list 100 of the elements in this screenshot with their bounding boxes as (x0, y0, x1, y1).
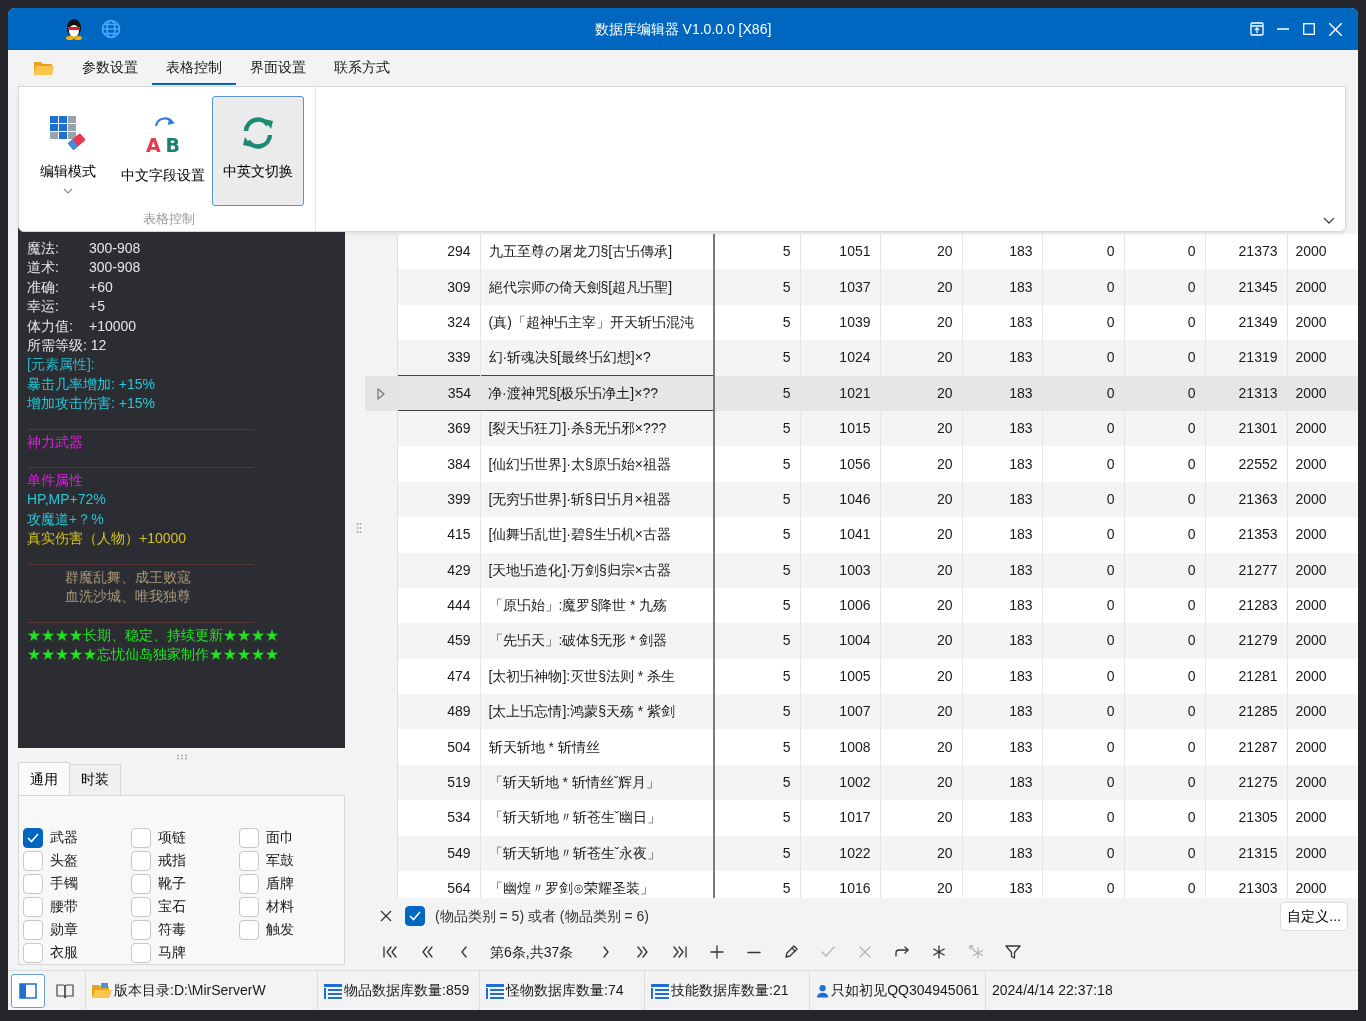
checkbox[interactable] (23, 827, 43, 848)
checkbox[interactable] (239, 850, 259, 871)
table-cell: 1017 (800, 800, 880, 836)
table-cell: 1024 (800, 340, 880, 376)
globe-icon[interactable] (101, 19, 121, 39)
table-cell: 1039 (800, 304, 880, 341)
menu-tab[interactable]: 联系方式 (320, 51, 404, 85)
table-cell: 564 (397, 871, 480, 898)
menu-tab[interactable]: 界面设置 (236, 51, 320, 85)
table-cell: 0 (1124, 587, 1205, 624)
table-cell: 459 (397, 623, 480, 659)
table-cell: 20 (880, 764, 962, 801)
table-cell: 21353 (1205, 517, 1287, 553)
checkbox[interactable] (131, 827, 151, 848)
table-cell: 2000 (1287, 375, 1358, 411)
table-cell: 0 (1124, 694, 1205, 730)
table-cell: 324 (397, 304, 480, 341)
checkbox-label[interactable]: 触发 (266, 919, 294, 940)
checkbox-label[interactable]: 军鼓 (266, 850, 294, 871)
table-cell: 1021 (800, 375, 880, 411)
table-cell: 21275 (1205, 764, 1287, 801)
table-cell: 2000 (1287, 234, 1358, 270)
folder-icon[interactable] (34, 60, 54, 76)
checkbox[interactable] (131, 850, 151, 871)
ribbon-button[interactable]: 中英文切换 (212, 96, 304, 206)
checkbox[interactable] (23, 873, 43, 894)
table-cell: 5 (714, 340, 800, 376)
table-cell: 2000 (1287, 800, 1358, 836)
table-cell: 183 (962, 446, 1042, 482)
table-cell: [太初卐神物]:灭世§法则 * 杀生 (480, 658, 714, 695)
checkbox-label[interactable]: 靴子 (158, 873, 186, 894)
ribbon-button[interactable]: 编辑模式 (22, 96, 114, 206)
checkbox-label[interactable]: 项链 (158, 827, 186, 848)
menu-tab[interactable]: 参数设置 (68, 51, 152, 85)
table-cell: 2000 (1287, 410, 1358, 447)
checkbox[interactable] (131, 942, 151, 963)
table-cell: 5 (714, 410, 800, 447)
filter-checkbox[interactable] (405, 906, 425, 926)
checkbox-label[interactable]: 腰带 (50, 896, 78, 917)
stat-value: +60 (89, 278, 113, 295)
checkbox[interactable] (23, 850, 43, 871)
table-cell: 183 (962, 481, 1042, 518)
category-tab[interactable]: 时装 (69, 764, 121, 795)
table-cell: 5 (714, 269, 800, 305)
table-cell: 0 (1124, 729, 1205, 765)
table-cell: 21315 (1205, 835, 1287, 872)
checkbox-label[interactable]: 武器 (50, 827, 78, 848)
checkbox-label[interactable]: 宝石 (158, 896, 186, 917)
table-cell: 183 (962, 304, 1042, 341)
checkbox-label[interactable]: 盾牌 (266, 873, 294, 894)
checkbox[interactable] (239, 919, 259, 940)
table-icon (651, 982, 669, 999)
tooltip-text: 增加攻击伤害: +15% (27, 395, 155, 412)
category-tab[interactable]: 通用 (18, 762, 70, 795)
ribbon-button[interactable]: A B 中文字段设置 (117, 96, 209, 206)
table-cell: 0 (1042, 694, 1124, 730)
checkbox[interactable] (239, 896, 259, 917)
customize-button[interactable]: 自定义... (1280, 901, 1348, 931)
checkbox[interactable] (239, 827, 259, 848)
table-cell: 2000 (1287, 623, 1358, 659)
table-cell: 5 (714, 446, 800, 482)
checkbox[interactable] (131, 919, 151, 940)
table-cell: 183 (962, 871, 1042, 898)
checkbox-label[interactable]: 马牌 (158, 942, 186, 963)
checkbox[interactable] (131, 896, 151, 917)
checkbox[interactable] (23, 919, 43, 940)
table-cell: 0 (1124, 410, 1205, 447)
checkbox-label[interactable]: 符毒 (158, 919, 186, 940)
checkbox-label[interactable]: 材料 (266, 896, 294, 917)
table-cell: 20 (880, 234, 962, 270)
checkbox[interactable] (23, 896, 43, 917)
sidebar-toggle-button[interactable] (11, 973, 45, 1008)
table-icon (324, 982, 342, 999)
checkbox-label[interactable]: 头盔 (50, 850, 78, 871)
checkbox-label[interactable]: 手镯 (50, 873, 78, 894)
checkbox-label[interactable]: 戒指 (158, 850, 186, 871)
table-cell: 20 (880, 623, 962, 659)
checkbox[interactable] (23, 942, 43, 963)
row-indicator[interactable] (365, 375, 397, 411)
table-cell: 「斩天斩地 * 斩情丝ˇ辉月」 (480, 764, 714, 801)
grip-icon[interactable] (356, 522, 362, 534)
table-cell: 183 (962, 587, 1042, 624)
checkbox[interactable] (131, 873, 151, 894)
checkbox[interactable] (239, 873, 259, 894)
checkbox-label[interactable]: 勋章 (50, 919, 78, 940)
chevron-down-icon[interactable] (1323, 217, 1335, 225)
table-cell: 415 (397, 517, 480, 553)
checkbox-label[interactable]: 面巾 (266, 827, 294, 848)
table-cell: 21345 (1205, 269, 1287, 305)
table-cell: 2000 (1287, 658, 1358, 695)
table-cell: [天地卐造化]·万剑§归宗×古器 (480, 552, 714, 588)
record-counter: 第6条,共37条 (489, 942, 575, 962)
grip-icon[interactable] (175, 753, 188, 760)
table-cell: 21319 (1205, 340, 1287, 376)
table-cell: 5 (714, 871, 800, 898)
penguin-icon[interactable] (64, 17, 84, 41)
table-cell: 0 (1124, 764, 1205, 801)
table-cell: 「原卐始」:魔罗§降世 * 九殇 (480, 587, 714, 624)
filter-text[interactable]: (物品类别 = 5) 或者 (物品类别 = 6) (435, 905, 1271, 927)
checkbox-label[interactable]: 衣服 (50, 942, 78, 963)
